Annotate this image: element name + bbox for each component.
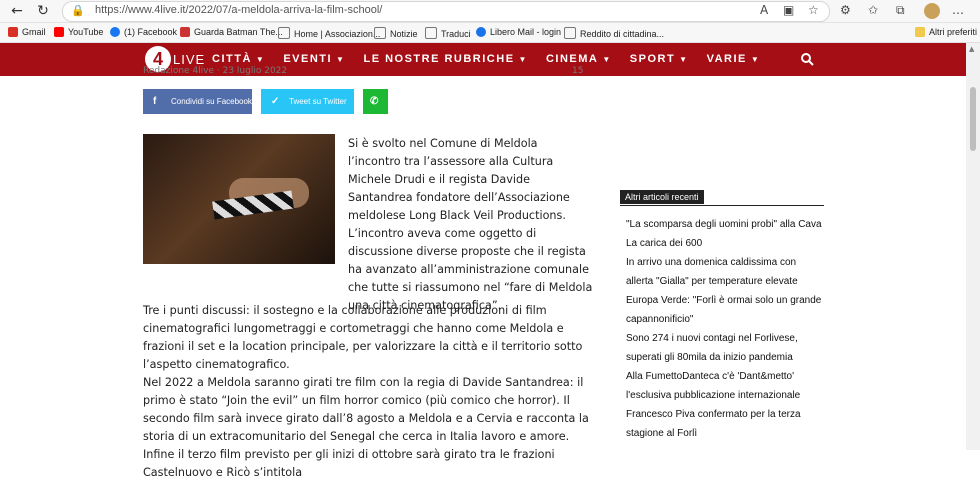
gmail-icon [8, 27, 18, 37]
recent-article-link[interactable]: Sono 274 i nuovi contagi nel Forlivese, … [626, 329, 826, 367]
share-twitter-button[interactable]: ✓ Tweet su Twitter [261, 89, 354, 114]
clapperboard-shape [212, 190, 294, 220]
libero-icon [476, 27, 486, 37]
scroll-up-icon[interactable]: ▲ [969, 45, 974, 53]
recent-articles-list: "La scomparsa degli uomini probi" alla C… [626, 215, 826, 443]
youtube-icon [54, 27, 64, 37]
recent-article-link[interactable]: In arrivo una domenica caldissima con al… [626, 253, 826, 291]
chevron-down-icon: ▼ [750, 55, 761, 64]
chevron-down-icon: ▼ [679, 55, 689, 64]
search-icon[interactable] [800, 52, 814, 66]
share-facebook-button[interactable]: f Condividi su Facebook [143, 89, 252, 114]
refresh-icon[interactable]: ↻ [34, 2, 52, 20]
bookmark-gmail[interactable]: Gmail [8, 27, 46, 37]
favorites-icon[interactable]: ✩ [868, 3, 878, 17]
article-paragraph: Tre i punti discussi: il sostegno e la c… [143, 304, 583, 371]
back-icon[interactable]: ← [8, 2, 26, 20]
folder-icon [915, 27, 925, 37]
bookmark-youtube[interactable]: YouTube [54, 27, 103, 37]
lock-icon: 🔒 [71, 4, 85, 17]
bookmark-reddito[interactable]: Reddito di cittadina... [564, 27, 664, 39]
bookmark-altri-preferiti[interactable]: Altri preferiti [915, 27, 977, 37]
menu-item-varie[interactable]: VARIE ▼ [707, 53, 761, 65]
menu-item-rubriche[interactable]: LE NOSTRE RUBRICHE ▼ [363, 53, 527, 65]
page-icon [278, 27, 290, 39]
site-logo-word[interactable]: LIVE [173, 52, 205, 67]
extensions-icon[interactable]: ⚙ [840, 3, 851, 17]
chevron-down-icon: ▼ [602, 55, 612, 64]
sidebar-title: Altri articoli recenti [620, 190, 704, 204]
menu-item-citta[interactable]: CITTÀ ▼ [212, 53, 265, 65]
bookmark-libero[interactable]: Libero Mail - login [476, 27, 561, 37]
url-text[interactable]: https://www.4live.it/2022/07/a-meldola-a… [95, 4, 382, 16]
menu-item-eventi[interactable]: EVENTI ▼ [283, 53, 345, 65]
share-whatsapp-button[interactable]: ✆ [363, 89, 388, 114]
bookmark-batman[interactable]: Guarda Batman The... [180, 27, 283, 37]
address-bar[interactable]: 🔒 https://www.4live.it/2022/07/a-meldola… [62, 1, 830, 22]
browser-toolbar: ← ↻ 🔒 https://www.4live.it/2022/07/a-mel… [0, 0, 980, 23]
recent-article-link[interactable]: "La scomparsa degli uomini probi" alla C… [626, 215, 826, 234]
page-icon [564, 27, 576, 39]
favorite-star-icon[interactable]: ☆ [808, 3, 819, 17]
sidebar-divider [620, 205, 824, 206]
view-count: 15 [572, 66, 584, 76]
profile-avatar[interactable] [924, 3, 940, 19]
page-icon [374, 27, 386, 39]
page-icon [425, 27, 437, 39]
bookmark-facebook[interactable]: (1) Facebook [110, 27, 177, 37]
chevron-down-icon: ▼ [336, 55, 346, 64]
bookmarks-bar: Gmail YouTube (1) Facebook Guarda Batman… [0, 23, 980, 43]
facebook-icon [110, 27, 120, 37]
chevron-down-icon: ▼ [518, 55, 528, 64]
whatsapp-icon: ✆ [370, 96, 379, 107]
article-meta: Redazione 4live · 23 luglio 2022 [143, 66, 288, 76]
twitter-icon: ✓ [271, 96, 280, 107]
bookmark-traduci[interactable]: Traduci [425, 27, 471, 39]
article-intro: Si è svolto nel Comune di Meldola l’inco… [348, 137, 593, 312]
read-aloud-icon[interactable]: A [760, 3, 768, 17]
menu-item-sport[interactable]: SPORT ▼ [630, 53, 689, 65]
collections-icon[interactable]: ▣ [783, 3, 794, 17]
article-paragraph: Nel 2022 a Meldola saranno girati tre fi… [143, 376, 589, 479]
bookmark-associazione[interactable]: Home | Associazion... [278, 27, 380, 39]
more-menu-icon[interactable]: … [952, 3, 964, 17]
recent-article-link[interactable]: La carica dei 600 [626, 234, 826, 253]
tabs-icon[interactable]: ⧉ [896, 3, 905, 18]
recent-article-link[interactable]: Alla FumettoDanteca c'è 'Dant&metto' l'e… [626, 367, 826, 405]
bookmark-notizie[interactable]: Notizie [374, 27, 418, 39]
recent-article-link[interactable]: Europa Verde: "Forlì è ormai solo un gra… [626, 291, 826, 329]
scrollbar-thumb[interactable] [970, 87, 976, 151]
main-menu: CITTÀ ▼ EVENTI ▼ LE NOSTRE RUBRICHE ▼ CINEM… [212, 53, 778, 65]
page-icon [180, 27, 190, 37]
article-body: Tre i punti discussi: il sostegno e la c… [143, 302, 593, 482]
article-image [143, 134, 335, 264]
facebook-icon: f [153, 96, 157, 107]
page-scrollbar[interactable]: ▲ [966, 43, 980, 450]
chevron-down-icon: ▼ [255, 55, 266, 64]
recent-article-link[interactable]: Francesco Piva confermato per la terza s… [626, 405, 826, 443]
menu-item-cinema[interactable]: CINEMA ▼ [546, 53, 612, 65]
